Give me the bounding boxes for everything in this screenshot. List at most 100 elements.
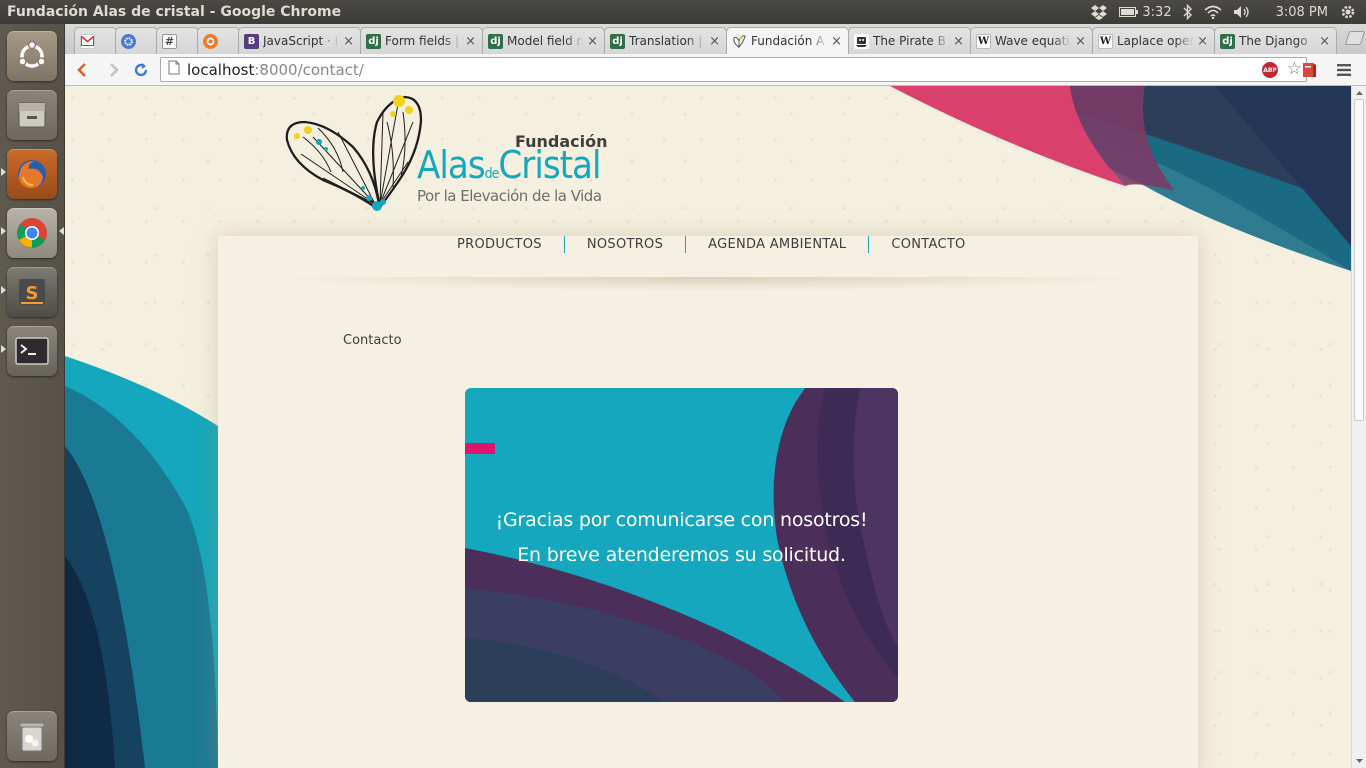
dropbox-icon[interactable] <box>1090 4 1108 20</box>
tab-gmail[interactable] <box>74 27 117 54</box>
page-icon <box>168 60 180 79</box>
tab-title: The Pirate B <box>873 34 946 48</box>
tab-title: Model field r <box>507 34 582 48</box>
reload-button[interactable] <box>129 58 153 82</box>
orange-icon <box>203 33 218 49</box>
tab-title: Fundación A <box>751 34 825 48</box>
tab-javascript[interactable]: B JavaScript · I × <box>238 27 361 54</box>
nav-nosotros[interactable]: NOSOTROS <box>565 237 685 252</box>
close-icon[interactable]: × <box>1075 34 1086 49</box>
sublime-text-icon[interactable]: S <box>7 267 57 317</box>
menu-icon[interactable] <box>1332 58 1356 82</box>
url-path: :8000/contact/ <box>254 60 364 79</box>
django-icon: dj <box>610 33 625 49</box>
clock[interactable]: 3:08 PM <box>1276 5 1328 20</box>
header-divider <box>268 277 1148 291</box>
tab-django[interactable]: dj The Django × <box>1214 27 1337 54</box>
svg-text:S: S <box>26 283 39 304</box>
browser-toolbar: localhost :8000/contact/ ABP ☆ <box>65 54 1366 86</box>
settings-icon <box>121 33 136 49</box>
tab-title: Laplace oper <box>1117 34 1195 48</box>
terminal-icon[interactable] <box>7 326 57 376</box>
butterfly-icon <box>732 34 747 49</box>
running-indicator <box>1 345 6 353</box>
breadcrumb: Contacto <box>343 333 402 348</box>
chrome-icon[interactable] <box>7 208 57 258</box>
django-icon: dj <box>488 33 503 49</box>
close-icon[interactable]: × <box>587 34 598 49</box>
tab-title: Wave equati <box>995 34 1070 48</box>
accent-bar <box>465 443 495 454</box>
django-icon: dj <box>366 33 381 49</box>
close-icon[interactable]: × <box>465 34 476 49</box>
tab-pirate-bay[interactable]: The Pirate B × <box>848 27 971 54</box>
tab-laplace-operator[interactable]: W Laplace oper × <box>1092 27 1215 54</box>
scroll-down-icon[interactable] <box>1353 756 1366 766</box>
scroll-up-icon[interactable] <box>1353 88 1366 98</box>
wifi-icon[interactable] <box>1204 5 1222 19</box>
top-panel: Fundación Alas de cristal - Google Chrom… <box>0 0 1366 24</box>
running-indicator <box>1 168 6 176</box>
forward-button[interactable] <box>101 58 125 82</box>
tab-model-field[interactable]: dj Model field r × <box>482 27 605 54</box>
running-indicator <box>1 227 6 235</box>
response-message: En breve atenderemos su solicitud. <box>517 544 846 566</box>
gmail-icon <box>80 33 95 49</box>
tab-hash[interactable]: # <box>156 27 199 54</box>
ubuntu-dash-icon[interactable] <box>7 31 57 81</box>
battery-indicator[interactable]: 3:32 <box>1119 4 1172 20</box>
logo-tagline: Por la Elevación de la Vida <box>417 187 602 205</box>
tab-title: The Django <box>1239 34 1308 48</box>
volume-icon[interactable] <box>1233 5 1253 19</box>
page-viewport: Fundación AlasdeCristal Por la Elevación… <box>65 86 1351 768</box>
close-icon[interactable]: × <box>1197 34 1208 49</box>
tab-settings[interactable] <box>115 27 158 54</box>
logo-text-cristal: Cristal <box>498 143 601 187</box>
logo-text-de: de <box>484 166 500 182</box>
adblock-icon[interactable]: ABP <box>1262 62 1278 78</box>
logo-text-alas-de-cristal: AlasdeCristal <box>417 143 601 187</box>
django-icon: dj <box>1220 33 1235 49</box>
tab-translation[interactable]: dj Translation | × <box>604 27 727 54</box>
files-icon[interactable] <box>7 90 57 140</box>
battery-time: 3:32 <box>1142 4 1172 20</box>
logo-text-alas: Alas <box>417 143 486 187</box>
launcher: S <box>0 24 65 768</box>
decorative-swoosh-left <box>65 356 218 768</box>
extension-icon[interactable] <box>1297 58 1321 82</box>
thank-you-message: ¡Gracias por comunicarse con nosotros! <box>495 509 868 531</box>
window-title: Fundación Alas de cristal - Google Chrom… <box>7 4 342 20</box>
url-host: localhost <box>187 60 255 79</box>
close-icon[interactable]: × <box>953 34 964 49</box>
firefox-icon[interactable] <box>7 149 57 199</box>
pirate-icon <box>854 33 869 49</box>
nav-productos[interactable]: PRODUCTOS <box>435 237 564 252</box>
tab-orange[interactable] <box>197 27 240 54</box>
indicator-area: 3:32 3:08 PM <box>1090 4 1366 20</box>
tab-wave-equation[interactable]: W Wave equati × <box>970 27 1093 54</box>
close-icon[interactable]: × <box>709 34 720 49</box>
running-indicator <box>1 286 6 294</box>
tab-fundacion[interactable]: Fundación A × <box>726 27 849 54</box>
bootstrap-icon: B <box>244 33 259 49</box>
page-scrollbar[interactable] <box>1351 86 1366 768</box>
focused-indicator <box>59 227 64 235</box>
close-icon[interactable]: × <box>831 34 842 49</box>
trash-icon[interactable] <box>7 711 57 761</box>
tab-title: JavaScript · I <box>263 34 339 48</box>
bluetooth-icon[interactable] <box>1183 4 1193 20</box>
address-bar[interactable]: localhost :8000/contact/ ABP ☆ <box>160 57 1307 82</box>
back-button[interactable] <box>71 58 95 82</box>
gear-icon[interactable] <box>1340 4 1356 24</box>
nav-contacto[interactable]: CONTACTO <box>869 237 987 252</box>
main-nav: PRODUCTOS NOSOTROS AGENDA AMBIENTAL CONT… <box>435 236 988 253</box>
chrome-window: # B JavaScript · I × dj Form fields | × … <box>65 24 1366 768</box>
close-icon[interactable]: × <box>1319 34 1330 49</box>
tab-form-fields[interactable]: dj Form fields | × <box>360 27 483 54</box>
new-tab-button[interactable] <box>1344 31 1366 45</box>
nav-agenda-ambiental[interactable]: AGENDA AMBIENTAL <box>686 237 868 252</box>
close-icon[interactable]: × <box>343 34 354 49</box>
scroll-thumb[interactable] <box>1354 99 1364 421</box>
tab-strip: # B JavaScript · I × dj Form fields | × … <box>65 24 1366 54</box>
hash-icon: # <box>162 33 177 49</box>
